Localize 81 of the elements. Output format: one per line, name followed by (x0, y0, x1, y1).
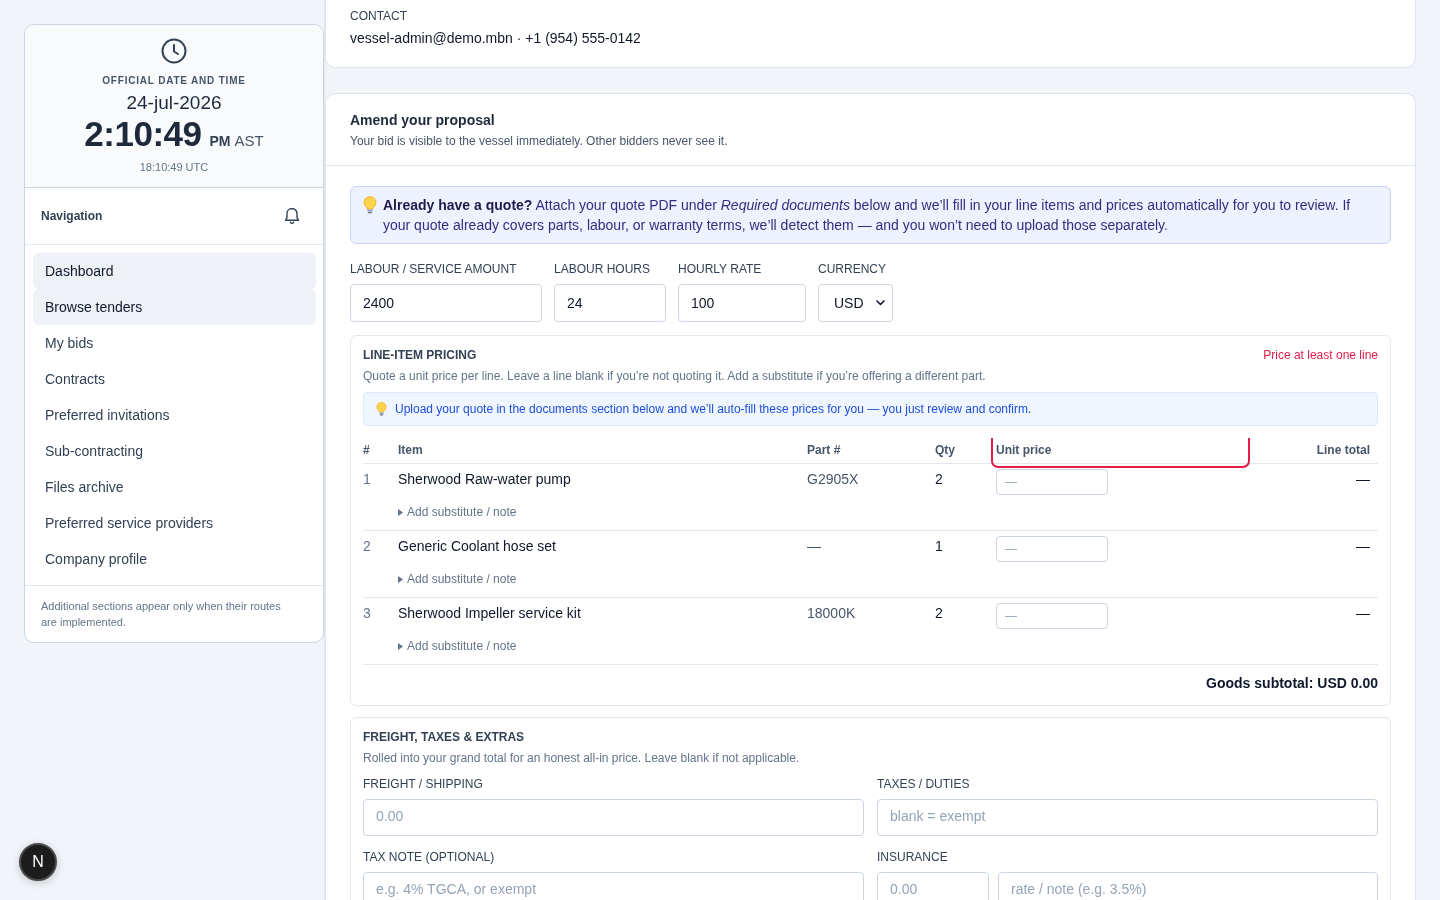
unit-price-input[interactable]: — (996, 469, 1108, 495)
requirement-note: Price at least one line (1263, 348, 1378, 362)
column-header: Part # (807, 442, 842, 459)
field-label: TAXES / DUTIES (877, 777, 971, 791)
lightbulb-icon (363, 196, 377, 214)
utc-time: 18:10:49 UTC (139, 160, 209, 174)
sidebar-nav-item[interactable]: Preferred service providers (33, 505, 316, 541)
line-total: — (1355, 537, 1371, 556)
line-total: — (1355, 604, 1371, 623)
sidebar-nav-item[interactable]: Sub-contracting (33, 433, 316, 469)
input-field[interactable]: 0.00 (363, 799, 864, 836)
clock-caption: OFFICIAL DATE AND TIME (102, 75, 246, 87)
field-label: FREIGHT / SHIPPING (363, 777, 484, 791)
clock-icon (161, 38, 187, 64)
section-description: Quote a unit price per line. Leave a line blank if you’re not quoting it. Add a substitute if you’re offering a different part. (363, 368, 987, 384)
proposal-title: Amend your proposal (350, 111, 496, 130)
caret-icon (398, 508, 403, 516)
field-label: LABOUR / SERVICE AMOUNT (350, 262, 518, 276)
quantity: 1 (935, 537, 944, 556)
part-number: G2905X (807, 470, 860, 489)
sidebar-nav-item[interactable]: Files archive (33, 469, 316, 505)
clock-meridiem: PM (209, 133, 231, 149)
proposal-subtitle: Your bid is visible to the vessel immediately. Other bidders never see it. (350, 133, 729, 149)
caret-icon (398, 575, 403, 583)
column-header: Line total (1315, 442, 1371, 459)
sidebar-nav-item[interactable]: Preferred invitations (33, 397, 316, 433)
autofill-hint-text: Upload your quote in the documents section below and we’ll auto-fill these prices for you — you just review and confirm. (395, 401, 1032, 417)
caret-icon (398, 642, 403, 650)
field-label: HOURLY RATE (678, 262, 763, 276)
field-label: CURRENCY (818, 262, 887, 276)
row-number: 3 (363, 604, 372, 623)
section-description: Rolled into your grand total for an honest all-in price. Leave blank if not applicable. (363, 750, 801, 766)
field-label: LABOUR HOURS (554, 262, 652, 276)
line-total: — (1355, 470, 1371, 489)
item-name: Generic Coolant hose set (398, 537, 557, 556)
clock-time: 2:10:49 (84, 115, 202, 153)
add-substitute-toggle[interactable]: Add substitute / note (398, 504, 517, 520)
column-header: # (363, 442, 371, 459)
input-field[interactable]: blank = exempt (877, 799, 1378, 836)
add-substitute-toggle[interactable]: Add substitute / note (398, 638, 517, 654)
sidebar-nav-item[interactable]: My bids (33, 325, 316, 361)
currency-select[interactable]: USD (818, 284, 893, 322)
column-header: Qty (935, 442, 956, 459)
section-title: LINE-ITEM PRICING (363, 348, 477, 362)
chevron-down-icon (875, 300, 885, 306)
clock-timezone: AST (234, 132, 264, 149)
dev-tools-button[interactable]: N (19, 843, 57, 881)
input-field[interactable]: 2400 (350, 284, 542, 322)
item-name: Sherwood Raw-water pump (398, 470, 572, 489)
item-name: Sherwood Impeller service kit (398, 604, 582, 623)
contact-label: CONTACT (350, 9, 409, 23)
row-number: 2 (363, 537, 372, 556)
input-field[interactable]: 100 (678, 284, 806, 322)
unit-price-input[interactable]: — (996, 603, 1108, 629)
input-field[interactable]: rate / note (e.g. 3.5%) (998, 872, 1378, 900)
notification-bell-icon[interactable] (283, 207, 301, 225)
part-number: — (807, 537, 822, 556)
sidebar-nav-item[interactable]: Browse tenders (33, 289, 316, 325)
add-substitute-toggle[interactable]: Add substitute / note (398, 571, 517, 587)
input-field[interactable]: 24 (554, 284, 666, 322)
field-label: INSURANCE (877, 850, 949, 864)
part-number: 18000K (807, 604, 857, 623)
goods-subtotal: Goods subtotal: USD 0.00 (1206, 674, 1378, 693)
section-title: FREIGHT, TAXES & EXTRAS (363, 730, 526, 744)
sidebar-footnote: Additional sections appear only when their routes are implemented. (25, 585, 323, 642)
navigation-title: Navigation (41, 209, 103, 223)
lightbulb-icon (376, 402, 387, 416)
quote-info-text: Already have a quote? Attach your quote PDF under Required documents below and we’ll fill in your line items and prices automatically for you to review. If your quote already covers parts, labour, or warranty terms, we’ll detect them — and you won’t need to upload those separately. (383, 196, 1352, 235)
row-number: 1 (363, 470, 372, 489)
quantity: 2 (935, 604, 944, 623)
contact-details: vessel-admin@demo.mbn · +1 (954) 555-0142 (350, 29, 642, 48)
unit-price-input[interactable]: — (996, 536, 1108, 562)
column-header: Item (398, 442, 424, 459)
sidebar-nav-item[interactable]: Contracts (33, 361, 316, 397)
input-field[interactable]: 0.00 (877, 872, 989, 900)
input-field[interactable]: e.g. 4% TGCA, or exempt (363, 872, 864, 900)
sidebar-nav-item[interactable]: Dashboard (33, 253, 316, 289)
sidebar-nav-item[interactable]: Company profile (33, 541, 316, 577)
clock-date: 24-jul-2026 (126, 92, 222, 114)
field-label: TAX NOTE (OPTIONAL) (363, 850, 496, 864)
quantity: 2 (935, 470, 944, 489)
